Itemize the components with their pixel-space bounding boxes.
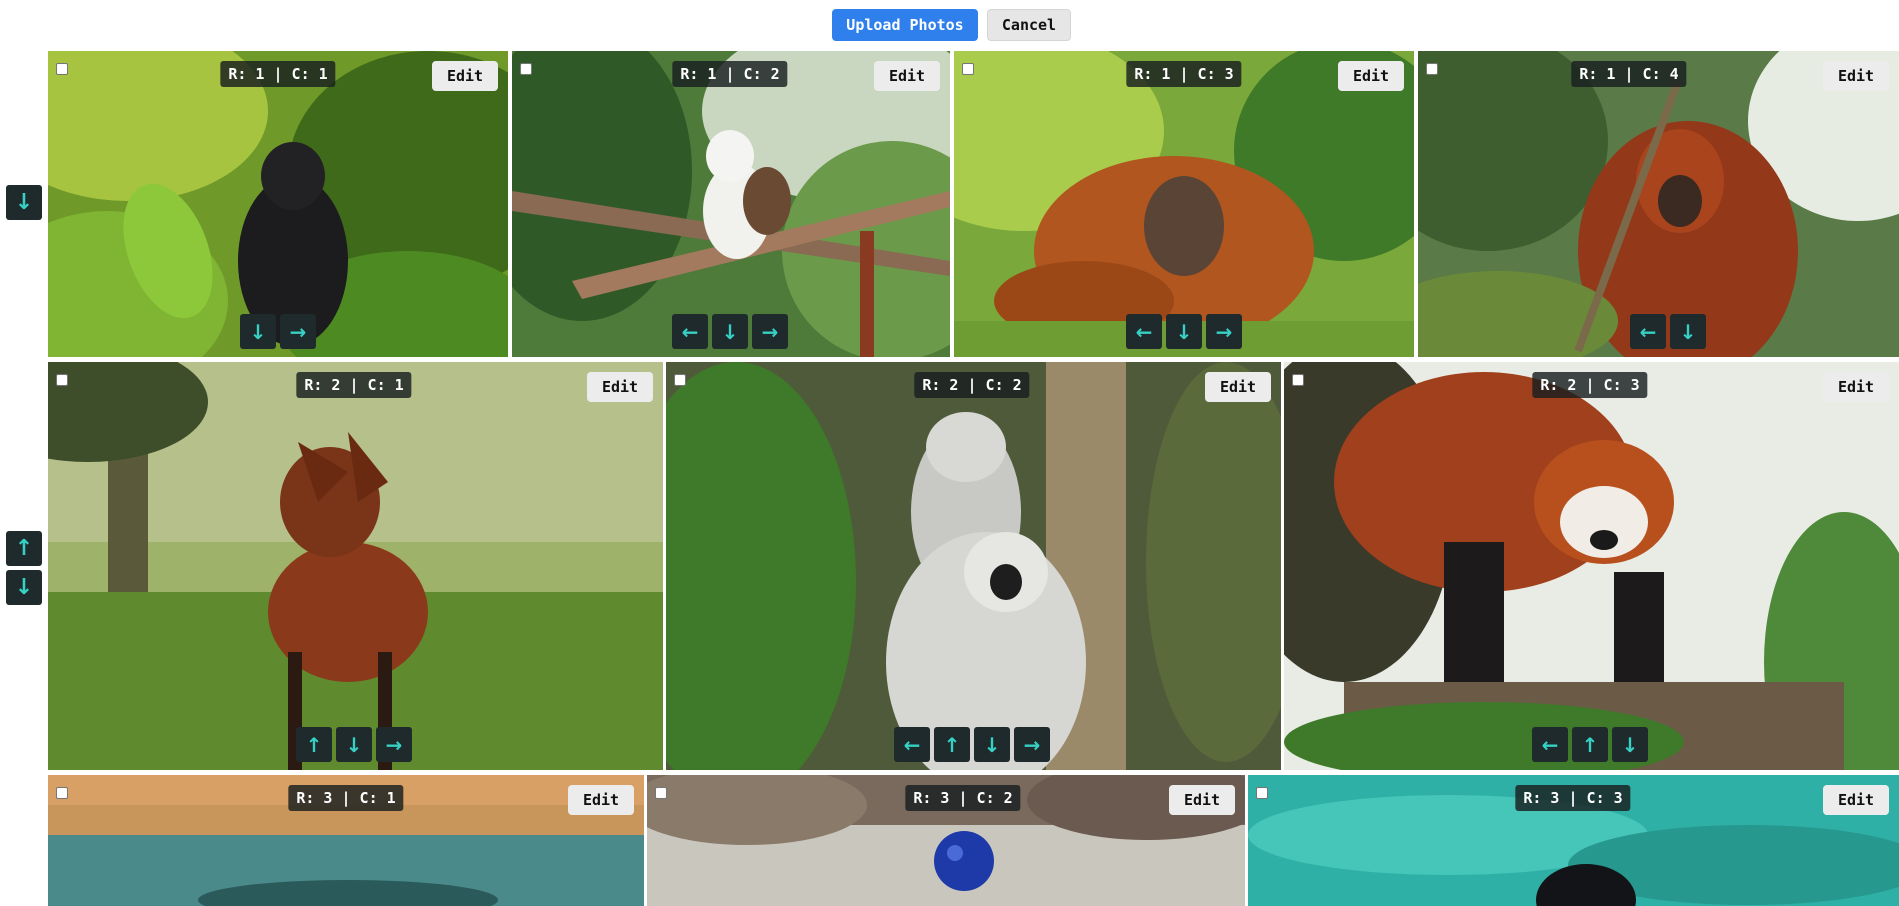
edit-button[interactable]: Edit [1823,61,1889,91]
row-2-move-up-button[interactable]: ↑ [6,531,42,566]
photo-tile[interactable]: R: 3 | C: 1 Edit [48,775,644,906]
select-checkbox[interactable] [56,374,68,386]
photo-tile[interactable]: R: 3 | C: 2 Edit [647,775,1245,906]
move-up-button[interactable]: ↑ [934,727,970,762]
select-checkbox[interactable] [1426,63,1438,75]
photo-image [512,51,950,357]
toolbar: Upload Photos Cancel [0,9,1899,41]
photo-tile[interactable]: R: 3 | C: 3 Edit [1248,775,1899,906]
row-1-move-down-button[interactable]: ↓ [6,185,42,220]
select-checkbox[interactable] [674,374,686,386]
move-left-button[interactable]: ← [1532,727,1568,762]
move-right-button[interactable]: → [752,314,788,349]
edit-button[interactable]: Edit [1169,785,1235,815]
move-controls: ↑ ↓ → [296,727,412,762]
select-checkbox[interactable] [655,787,667,799]
select-checkbox[interactable] [1256,787,1268,799]
move-left-button[interactable]: ← [1630,314,1666,349]
move-right-button[interactable]: → [1206,314,1242,349]
cancel-button[interactable]: Cancel [987,9,1071,41]
move-controls: ← ↑ ↓ → [894,727,1050,762]
move-right-button[interactable]: → [1014,727,1050,762]
position-label: R: 1 | C: 2 [672,61,788,87]
select-checkbox[interactable] [56,787,68,799]
photo-image [1418,51,1899,357]
position-label: R: 2 | C: 2 [914,372,1030,398]
photo-tile[interactable]: R: 2 | C: 2 Edit ← ↑ ↓ → [666,362,1281,770]
move-up-button[interactable]: ↑ [296,727,332,762]
photo-image [1284,362,1899,770]
position-label: R: 3 | C: 3 [1515,785,1631,811]
move-down-button[interactable]: ↓ [1612,727,1648,762]
photo-image [666,362,1281,770]
move-left-button[interactable]: ← [894,727,930,762]
move-controls: ← ↓ → [1126,314,1242,349]
row-1-controls: ↓ [6,185,42,220]
move-left-button[interactable]: ← [1126,314,1162,349]
photo-image [48,51,508,357]
edit-button[interactable]: Edit [587,372,653,402]
row-2-controls: ↑ ↓ [6,531,42,605]
move-controls: ↓ → [240,314,316,349]
photo-image [954,51,1414,357]
edit-button[interactable]: Edit [1823,372,1889,402]
edit-button[interactable]: Edit [1823,785,1889,815]
position-label: R: 1 | C: 4 [1571,61,1687,87]
edit-button[interactable]: Edit [432,61,498,91]
edit-button[interactable]: Edit [1338,61,1404,91]
photo-tile[interactable]: R: 2 | C: 3 Edit ← ↑ ↓ [1284,362,1899,770]
select-checkbox[interactable] [962,63,974,75]
position-label: R: 2 | C: 1 [296,372,412,398]
select-checkbox[interactable] [520,63,532,75]
move-down-button[interactable]: ↓ [1166,314,1202,349]
move-right-button[interactable]: → [376,727,412,762]
edit-button[interactable]: Edit [568,785,634,815]
upload-photos-button[interactable]: Upload Photos [832,9,978,41]
position-label: R: 2 | C: 3 [1532,372,1648,398]
move-controls: ← ↓ → [672,314,788,349]
move-down-button[interactable]: ↓ [712,314,748,349]
move-controls: ← ↑ ↓ [1532,727,1648,762]
move-left-button[interactable]: ← [672,314,708,349]
move-right-button[interactable]: → [280,314,316,349]
select-checkbox[interactable] [56,63,68,75]
photo-tile[interactable]: R: 1 | C: 4 Edit ← ↓ [1418,51,1899,357]
move-down-button[interactable]: ↓ [1670,314,1706,349]
move-down-button[interactable]: ↓ [974,727,1010,762]
move-down-button[interactable]: ↓ [336,727,372,762]
position-label: R: 3 | C: 1 [288,785,404,811]
photo-tile[interactable]: R: 1 | C: 3 Edit ← ↓ → [954,51,1414,357]
photo-tile[interactable]: R: 1 | C: 2 Edit ← ↓ → [512,51,950,357]
row-2-move-down-button[interactable]: ↓ [6,570,42,605]
photo-tile[interactable]: R: 2 | C: 1 Edit ↑ ↓ → [48,362,663,770]
position-label: R: 1 | C: 1 [220,61,336,87]
move-up-button[interactable]: ↑ [1572,727,1608,762]
position-label: R: 3 | C: 2 [905,785,1021,811]
select-checkbox[interactable] [1292,374,1304,386]
position-label: R: 1 | C: 3 [1126,61,1242,87]
edit-button[interactable]: Edit [874,61,940,91]
photo-image [48,362,663,770]
move-controls: ← ↓ [1630,314,1706,349]
photo-tile[interactable]: R: 1 | C: 1 Edit ↓ → [48,51,508,357]
edit-button[interactable]: Edit [1205,372,1271,402]
move-down-button[interactable]: ↓ [240,314,276,349]
